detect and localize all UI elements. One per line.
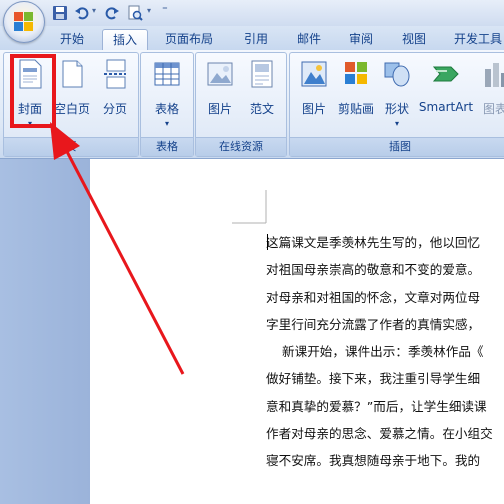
clip-art-button[interactable]: 剪贴画 [334, 59, 378, 117]
tab-page-layout[interactable]: 页面布局 [157, 29, 221, 50]
table-icon [154, 62, 180, 86]
doc-line: 字里行间充分流露了作者的真情实感， [266, 316, 481, 332]
picture-button[interactable]: 图片 [294, 59, 334, 117]
online-picture-icon [207, 62, 233, 86]
template-button[interactable]: 范文 [242, 59, 282, 117]
tab-view[interactable]: 视图 [392, 29, 436, 50]
shapes-dropdown-icon: ▾ [394, 119, 399, 128]
group-label-pages: 页 [4, 137, 138, 156]
tab-insert[interactable]: 插入 [102, 29, 148, 51]
group-label-illustrations: 插图 [290, 137, 504, 156]
table-label: 表格 [154, 102, 179, 116]
tab-mailings[interactable]: 邮件 [287, 29, 331, 50]
document-body-text[interactable]: 这篇课文是季羡林先生写的，他以回忆 对祖国母亲崇高的敬意和不变的爱意。 对母亲和… [266, 229, 504, 475]
shapes-label: 形状 [384, 102, 409, 116]
office-button[interactable] [3, 1, 45, 43]
annotation-highlight-box [10, 54, 56, 128]
blank-page-label: 空白页 [53, 102, 90, 116]
doc-line: 意和真挚的爱慕？”而后，让学生细读课 [266, 398, 487, 414]
ribbon: 封面 ▾ 空白页 分页 页 表格 ▾ 表格 图片 范文 在线资源 图片 剪贴画 … [0, 50, 504, 159]
online-picture-button[interactable]: 图片 [200, 59, 240, 117]
smartart-label: SmartArt [418, 100, 474, 114]
table-dropdown-icon: ▾ [164, 119, 169, 128]
shapes-icon [384, 62, 410, 87]
group-label-online: 在线资源 [196, 137, 286, 156]
table-button[interactable]: 表格 ▾ [145, 59, 189, 128]
redo-icon[interactable] [104, 5, 120, 21]
smartart-icon [432, 66, 459, 82]
clip-art-label: 剪贴画 [337, 102, 374, 116]
picture-label: 图片 [301, 102, 326, 116]
document-left-margin [0, 159, 90, 504]
ribbon-group-tables: 表格 ▾ 表格 [140, 52, 194, 157]
margin-corner-mark [232, 190, 267, 224]
blank-page-button[interactable]: 空白页 [50, 59, 94, 117]
tab-review[interactable]: 审阅 [339, 29, 383, 50]
save-icon[interactable] [52, 5, 68, 21]
shapes-button[interactable]: 形状 ▾ [380, 59, 414, 128]
group-label-tables: 表格 [141, 137, 193, 156]
chart-button[interactable]: 图表 [478, 59, 504, 117]
ribbon-group-online: 图片 范文 在线资源 [195, 52, 287, 157]
page-break-icon [104, 59, 126, 89]
blank-page-icon [62, 60, 83, 88]
undo-icon[interactable] [74, 5, 90, 21]
print-preview-icon[interactable] [127, 5, 143, 21]
text-cursor [267, 234, 268, 250]
doc-line: 作者对母亲的思念、爱慕之情。在小组交 [266, 426, 493, 442]
clip-art-icon [345, 62, 367, 84]
doc-line: 寝不安席。我真想随母亲于地下。我的 [266, 453, 481, 469]
doc-line: 这篇课文是季羡林先生写的，他以回忆 [266, 235, 481, 250]
smartart-button[interactable]: SmartArt [416, 59, 476, 114]
tab-home[interactable]: 开始 [50, 29, 94, 50]
template-icon [251, 60, 273, 88]
page-break-button[interactable]: 分页 [96, 59, 134, 117]
title-bar: ▾ ▾ ⁼ [0, 0, 504, 26]
office-logo-icon [14, 12, 34, 32]
qat-customize-icon[interactable]: ⁼ [162, 3, 168, 16]
ribbon-tabs: 开始 插入 页面布局 引用 邮件 审阅 视图 开发工具 [0, 26, 504, 51]
chart-icon [485, 63, 504, 87]
tab-developer[interactable]: 开发工具 [448, 29, 504, 50]
tab-references[interactable]: 引用 [234, 29, 278, 50]
picture-icon [301, 61, 327, 87]
page-break-label: 分页 [102, 102, 127, 116]
online-picture-label: 图片 [207, 102, 232, 116]
template-label: 范文 [249, 102, 274, 116]
qat-dropdown-icon[interactable]: ▾ [147, 6, 151, 15]
doc-line: 新课开始，课件出示：季羡林作品《 [266, 344, 484, 360]
ribbon-group-illustrations: 图片 剪贴画 形状 ▾ SmartArt 图表 插图 [289, 52, 504, 157]
doc-line: 对祖国母亲崇高的敬意和不变的爱意。 [266, 262, 481, 278]
doc-line: 对母亲和对祖国的怀念，文章对两位母 [266, 289, 481, 305]
doc-line: 做好铺垫。接下来，我注重引导学生细 [266, 371, 481, 387]
undo-dropdown-icon[interactable]: ▾ [92, 6, 96, 15]
chart-label: 图表 [482, 102, 504, 116]
